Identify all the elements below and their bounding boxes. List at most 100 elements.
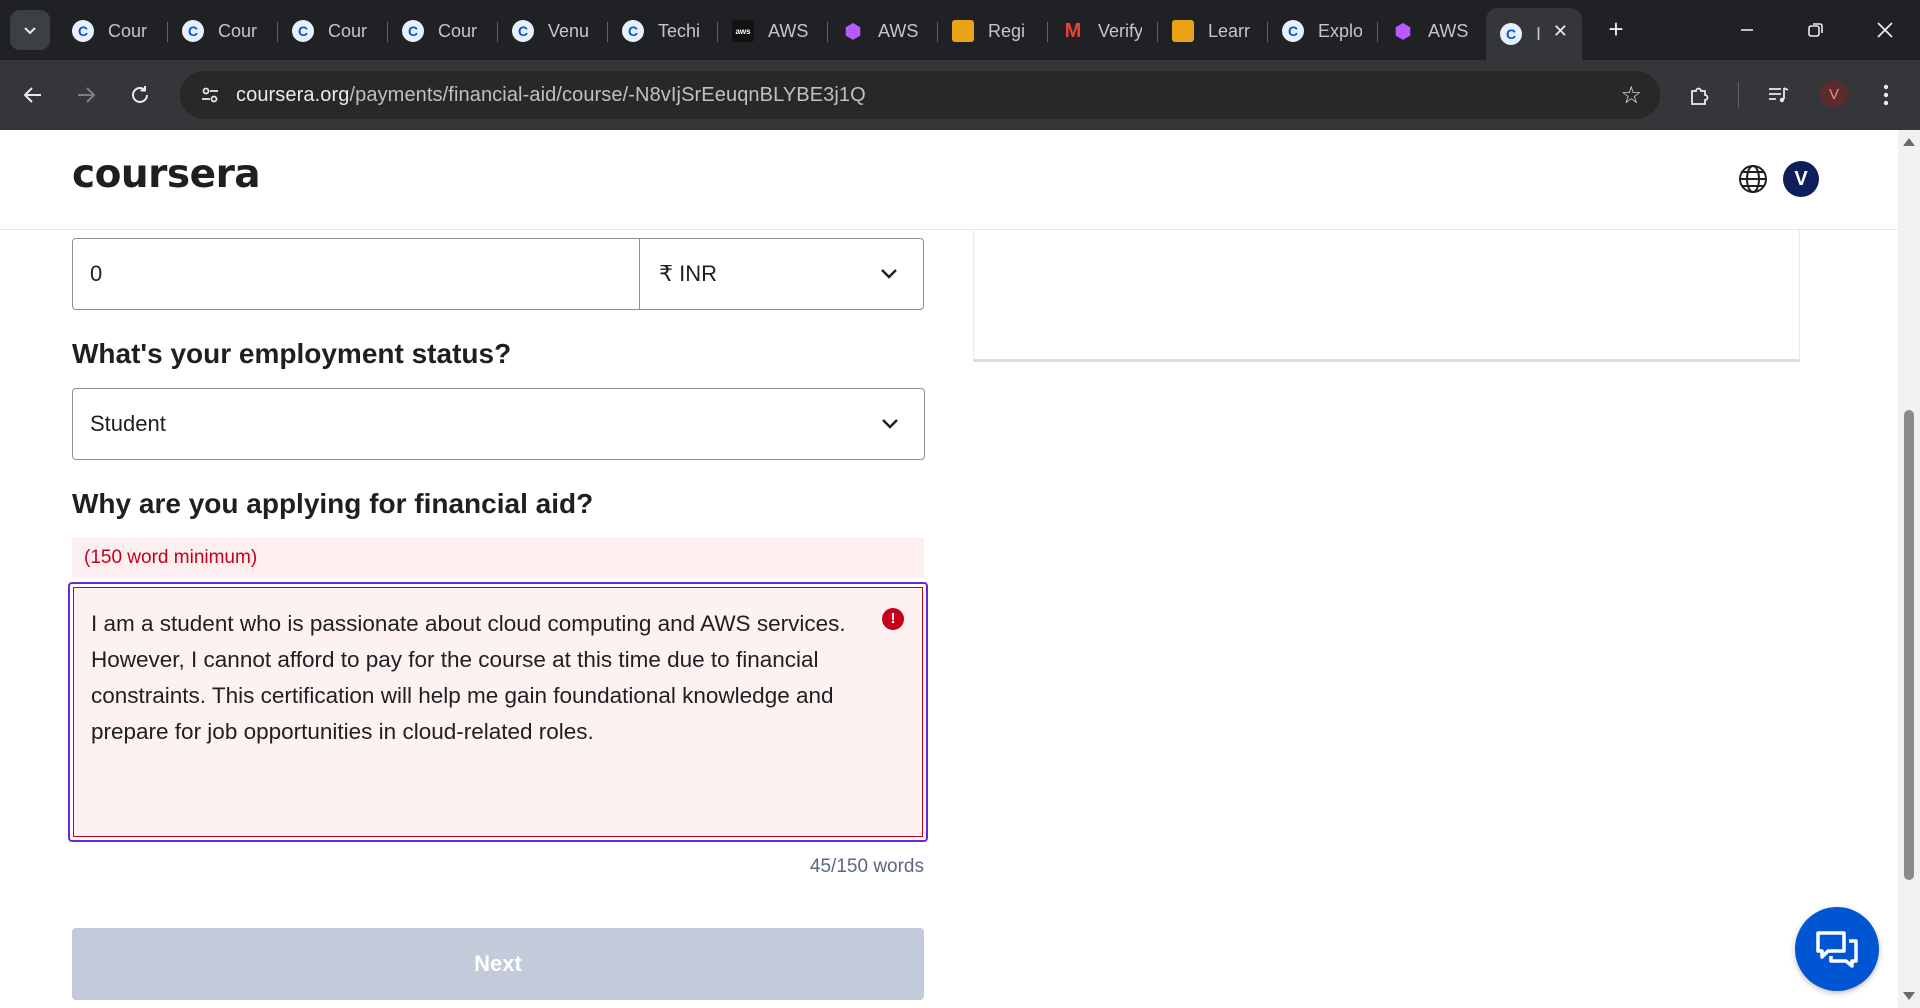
tab-title: Cour [438, 20, 478, 41]
close-icon [1877, 22, 1893, 38]
site-settings-icon[interactable] [186, 84, 234, 106]
forward-button[interactable] [66, 75, 106, 115]
chevron-down-icon [24, 27, 36, 35]
tab-title: Cour [218, 20, 258, 41]
coursera-icon: C [512, 20, 534, 42]
reason-textarea[interactable]: I am a student who is passionate about c… [73, 587, 923, 837]
tab-title: AWS [768, 20, 809, 41]
reason-text-line: I am a student who is passionate about c… [91, 611, 846, 636]
page-content: coursera V 0 ₹ INR What's your employmen… [0, 130, 1898, 1008]
coursera-icon: C [1282, 20, 1304, 42]
browser-tab[interactable]: ⬢ AWS [1378, 8, 1488, 54]
more-vert-icon [1883, 84, 1889, 106]
tab-title: AWS [878, 20, 919, 41]
error-icon: ! [882, 608, 904, 630]
tab-title: AWS [1428, 20, 1469, 41]
cube-icon: ⬢ [1394, 20, 1412, 43]
window-close-button[interactable] [1865, 10, 1905, 50]
browser-tab[interactable]: C Explo [1268, 8, 1378, 54]
url-path: /payments/financial-aid/course/-N8vIjSrE… [349, 83, 866, 106]
user-avatar[interactable]: V [1783, 161, 1819, 197]
browser-profile-avatar[interactable]: V [1820, 80, 1848, 108]
browser-tab[interactable]: C Cour [58, 8, 168, 54]
chat-button[interactable] [1795, 907, 1879, 991]
tab-title: Explo [1318, 20, 1362, 41]
coursera-logo[interactable]: coursera [72, 152, 261, 197]
site-header: coursera V [0, 130, 1898, 230]
tab-title: Venu [548, 20, 590, 41]
employment-status-label: What's your employment status? [72, 338, 512, 369]
browser-tab[interactable]: Learr [1158, 8, 1268, 54]
employment-status-select[interactable]: Student [72, 388, 925, 460]
language-button[interactable] [1736, 162, 1770, 196]
browser-tab[interactable]: C Techi [608, 8, 718, 54]
new-tab-button[interactable]: + [1600, 14, 1632, 46]
chevron-down-icon [882, 419, 898, 429]
browser-tab[interactable]: C Cour [388, 8, 498, 54]
reason-textarea-focus-ring: I am a student who is passionate about c… [68, 582, 928, 842]
browser-toolbar: coursera.org/payments/financial-aid/cour… [0, 60, 1920, 130]
reason-text-line: constraints. This certification will hel… [91, 683, 834, 708]
url-text: coursera.org/payments/financial-aid/cour… [236, 84, 866, 107]
browser-tab[interactable]: aws AWS [718, 8, 828, 54]
browser-tab-strip: C Cour C Cour C Cour C Cour C Venu C Tec… [0, 0, 1920, 60]
box-icon [952, 20, 974, 42]
coursera-icon: C [182, 20, 204, 42]
cube-icon: ⬢ [844, 20, 862, 43]
chevron-down-icon [881, 269, 897, 279]
currency-value: ₹ INR [659, 261, 717, 286]
tab-title: Learr [1208, 20, 1251, 41]
bookmark-star-icon[interactable]: ☆ [1620, 81, 1642, 110]
coursera-icon: C [622, 20, 644, 42]
employment-status-value: Student [90, 411, 166, 436]
browser-tab[interactable]: M Verify [1048, 8, 1158, 54]
currency-select[interactable]: ₹ INR [639, 238, 924, 310]
url-host: coursera.org [236, 83, 350, 106]
browser-tab[interactable]: ⬢ AWS [828, 8, 938, 54]
gmail-icon: M [1064, 19, 1082, 42]
browser-menu-button[interactable] [1866, 75, 1906, 115]
page-scrollbar[interactable] [1898, 130, 1920, 1008]
back-arrow-icon [23, 87, 41, 103]
chat-icon [1816, 931, 1858, 968]
word-count: 45/150 words [809, 856, 924, 877]
coursera-icon: C [292, 20, 314, 42]
coursera-icon: C [72, 20, 94, 42]
minimize-button[interactable] [1727, 10, 1767, 50]
extensions-button[interactable] [1680, 75, 1720, 115]
reason-text-line: prepare for job opportunities in cloud-r… [91, 719, 594, 744]
browser-tab-active[interactable]: C I ✕ [1486, 8, 1582, 60]
browser-tab[interactable]: C Cour [168, 8, 278, 54]
back-button[interactable] [13, 75, 53, 115]
tab-search-button[interactable] [10, 10, 50, 50]
toolbar-divider [1738, 82, 1739, 108]
browser-tab[interactable]: C Venu [498, 8, 608, 54]
browser-tab[interactable]: C Cour [278, 8, 388, 54]
word-minimum-error: (150 word minimum) [72, 538, 924, 578]
financial-aid-reason-label: Why are you applying for financial aid? [72, 488, 594, 519]
next-button[interactable]: Next [72, 928, 924, 1000]
media-control-button[interactable] [1758, 75, 1798, 115]
scrollbar-thumb[interactable] [1904, 410, 1914, 880]
forward-arrow-icon [78, 87, 96, 103]
browser-tab[interactable]: Regi [938, 8, 1048, 54]
puzzle-icon [1691, 87, 1709, 105]
tab-title: Regi [988, 20, 1026, 41]
box-icon [1172, 20, 1194, 42]
minimize-icon [1741, 29, 1753, 31]
reload-icon [132, 86, 148, 103]
scroll-down-arrow-icon[interactable] [1903, 992, 1915, 1000]
income-input[interactable]: 0 [72, 238, 640, 310]
close-icon[interactable]: ✕ [1553, 21, 1568, 42]
side-card [973, 230, 1800, 362]
globe-icon [1739, 165, 1767, 193]
address-bar[interactable]: coursera.org/payments/financial-aid/cour… [180, 71, 1660, 119]
tab-title: Techi [658, 20, 701, 41]
coursera-icon: C [1500, 23, 1522, 45]
tab-title: Cour [328, 20, 368, 41]
restore-button[interactable] [1796, 10, 1836, 50]
reload-button[interactable] [120, 75, 160, 115]
tab-title: Cour [108, 20, 148, 41]
restore-icon [1808, 23, 1823, 37]
scroll-up-arrow-icon[interactable] [1903, 138, 1915, 146]
